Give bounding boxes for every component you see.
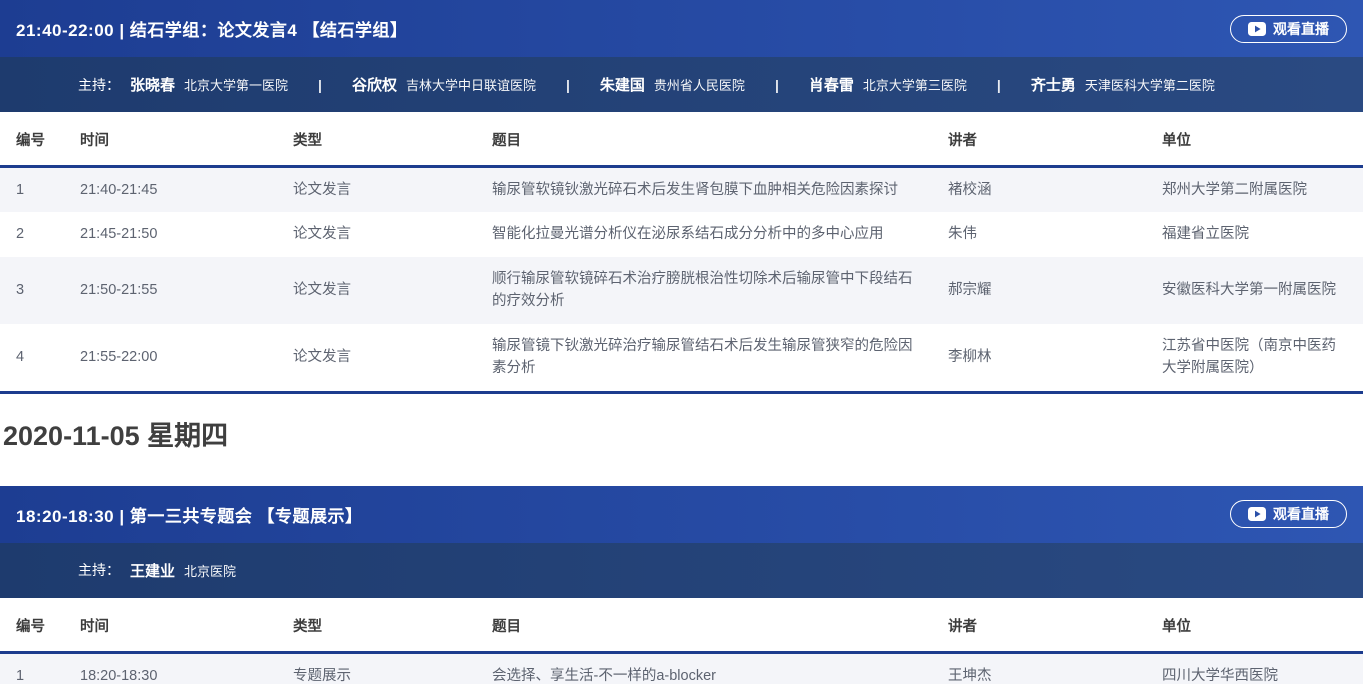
column-header-speaker: 讲者 (948, 112, 1162, 167)
chair-name: 齐士勇 (1031, 74, 1076, 95)
table-row: 121:40-21:45论文发言输尿管软镜钬激光碎石术后发生肾包膜下血肿相关危险… (0, 167, 1363, 213)
chair-item: 张晓春北京大学第一医院 (130, 74, 288, 95)
column-header-type: 类型 (293, 112, 492, 167)
cell-time: 21:45-21:50 (80, 212, 293, 256)
video-play-icon (1248, 507, 1266, 521)
table-header-row: 编号时间类型题目讲者单位 (0, 112, 1363, 167)
session-title: 21:40-22:00 | 结石学组：论文发言4 【结石学组】 (16, 16, 408, 41)
cell-type: 专题展示 (293, 652, 492, 684)
cell-title: 输尿管软镜钬激光碎石术后发生肾包膜下血肿相关危险因素探讨 (492, 167, 948, 213)
chair-affiliation: 北京大学第三医院 (863, 75, 967, 94)
chair-item: 谷欣权吉林大学中日联谊医院 (352, 74, 536, 95)
chair-item: 朱建国贵州省人民医院 (600, 74, 745, 95)
watch-live-label: 观看直播 (1273, 507, 1329, 521)
schedule-table: 编号时间类型题目讲者单位 121:40-21:45论文发言输尿管软镜钬激光碎石术… (0, 112, 1363, 394)
cell-type: 论文发言 (293, 212, 492, 256)
cell-time: 18:20-18:30 (80, 652, 293, 684)
chair-separator: | (318, 77, 322, 93)
chair-affiliation: 北京大学第一医院 (184, 75, 288, 94)
cell-time: 21:55-22:00 (80, 324, 293, 392)
video-play-icon (1248, 22, 1266, 36)
column-header-time: 时间 (80, 598, 293, 653)
session-title: 18:20-18:30 | 第一三共专题会 【专题展示】 (16, 502, 363, 527)
cell-speaker: 朱伟 (948, 212, 1162, 256)
watch-live-button[interactable]: 观看直播 (1230, 500, 1347, 528)
watch-live-button[interactable]: 观看直播 (1230, 15, 1347, 43)
cell-title: 会选择、享生活-不一样的a-blocker (492, 652, 948, 684)
cell-org: 安徽医科大学第一附属医院 (1162, 257, 1363, 324)
cell-org: 郑州大学第二附属医院 (1162, 167, 1363, 213)
chair-name: 张晓春 (130, 74, 175, 95)
column-header-org: 单位 (1162, 598, 1363, 653)
chair-bar: 主持： 张晓春北京大学第一医院 | 谷欣权吉林大学中日联谊医院 | 朱建国贵州省人民医院… (0, 57, 1363, 112)
column-header-no: 编号 (0, 598, 80, 653)
chair-affiliation: 吉林大学中日联谊医院 (406, 75, 536, 94)
schedule-table: 编号时间类型题目讲者单位 118:20-18:30专题展示会选择、享生活-不一样… (0, 598, 1363, 684)
column-header-speaker: 讲者 (948, 598, 1162, 653)
watch-live-label: 观看直播 (1273, 22, 1329, 36)
table-row: 221:45-21:50论文发言智能化拉曼光谱分析仪在泌尿系结石成分分析中的多中… (0, 212, 1363, 256)
chair-label: 主持： (78, 75, 120, 95)
session-block: 18:20-18:30 | 第一三共专题会 【专题展示】 观看直播 主持： 王建… (0, 486, 1363, 684)
cell-no: 1 (0, 652, 80, 684)
chair-separator: | (997, 77, 1001, 93)
cell-time: 21:50-21:55 (80, 257, 293, 324)
cell-org: 福建省立医院 (1162, 212, 1363, 256)
column-header-title: 题目 (492, 112, 948, 167)
column-header-title: 题目 (492, 598, 948, 653)
cell-no: 3 (0, 257, 80, 324)
column-header-org: 单位 (1162, 112, 1363, 167)
chair-name: 肖春雷 (809, 74, 854, 95)
cell-speaker: 王坤杰 (948, 652, 1162, 684)
cell-type: 论文发言 (293, 257, 492, 324)
session-header-bar: 21:40-22:00 | 结石学组：论文发言4 【结石学组】 观看直播 (0, 0, 1363, 57)
chair-list: 张晓春北京大学第一医院 | 谷欣权吉林大学中日联谊医院 | 朱建国贵州省人民医院 | 肖春雷… (130, 74, 1215, 95)
session-block: 21:40-22:00 | 结石学组：论文发言4 【结石学组】 观看直播 主持：… (0, 0, 1363, 394)
cell-title: 顺行输尿管软镜碎石术治疗膀胱根治性切除术后输尿管中下段结石的疗效分析 (492, 257, 948, 324)
cell-no: 4 (0, 324, 80, 392)
chair-separator: | (775, 77, 779, 93)
cell-time: 21:40-21:45 (80, 167, 293, 213)
chair-item: 齐士勇天津医科大学第二医院 (1031, 74, 1215, 95)
chair-name: 王建业 (130, 560, 175, 581)
cell-title: 智能化拉曼光谱分析仪在泌尿系结石成分分析中的多中心应用 (492, 212, 948, 256)
chair-list: 王建业北京医院 (130, 560, 236, 581)
cell-speaker: 褚校涵 (948, 167, 1162, 213)
table-row: 321:50-21:55论文发言顺行输尿管软镜碎石术治疗膀胱根治性切除术后输尿管… (0, 257, 1363, 324)
cell-no: 2 (0, 212, 80, 256)
chair-affiliation: 天津医科大学第二医院 (1085, 75, 1215, 94)
cell-type: 论文发言 (293, 167, 492, 213)
cell-no: 1 (0, 167, 80, 213)
chair-bar: 主持： 王建业北京医院 (0, 543, 1363, 598)
chair-affiliation: 北京医院 (184, 561, 236, 580)
cell-org: 四川大学华西医院 (1162, 652, 1363, 684)
chair-item: 王建业北京医院 (130, 560, 236, 581)
table-header-row: 编号时间类型题目讲者单位 (0, 598, 1363, 653)
cell-speaker: 郝宗耀 (948, 257, 1162, 324)
table-row: 421:55-22:00论文发言输尿管镜下钬激光碎治疗输尿管结石术后发生输尿管狭… (0, 324, 1363, 392)
column-header-type: 类型 (293, 598, 492, 653)
cell-type: 论文发言 (293, 324, 492, 392)
table-row: 118:20-18:30专题展示会选择、享生活-不一样的a-blocker王坤杰… (0, 652, 1363, 684)
chair-item: 肖春雷北京大学第三医院 (809, 74, 967, 95)
chair-name: 朱建国 (600, 74, 645, 95)
date-heading: 2020-11-05 星期四 (3, 420, 1363, 454)
chair-separator: | (566, 77, 570, 93)
cell-speaker: 李柳林 (948, 324, 1162, 392)
chair-affiliation: 贵州省人民医院 (654, 75, 745, 94)
chair-name: 谷欣权 (352, 74, 397, 95)
column-header-time: 时间 (80, 112, 293, 167)
chair-label: 主持： (78, 560, 120, 580)
cell-org: 江苏省中医院（南京中医药大学附属医院） (1162, 324, 1363, 392)
column-header-no: 编号 (0, 112, 80, 167)
cell-title: 输尿管镜下钬激光碎治疗输尿管结石术后发生输尿管狭窄的危险因素分析 (492, 324, 948, 392)
session-header-bar: 18:20-18:30 | 第一三共专题会 【专题展示】 观看直播 (0, 486, 1363, 543)
